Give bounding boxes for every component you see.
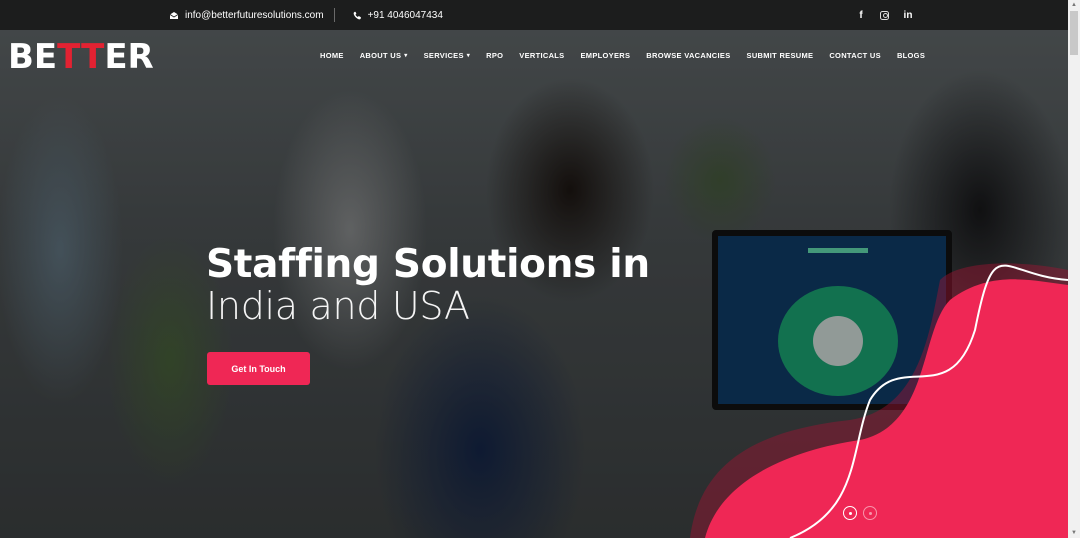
phone-text: +91 4046047434 xyxy=(367,9,443,21)
slider-pagination xyxy=(843,506,877,520)
instagram-icon[interactable] xyxy=(880,10,889,20)
nav-employers[interactable]: EMPLOYERS xyxy=(580,51,630,60)
nav-blogs[interactable]: BLOGS xyxy=(897,51,925,60)
slide-dot-2[interactable] xyxy=(863,506,877,520)
nav-services[interactable]: SERVICES ▾ xyxy=(424,51,471,60)
nav-verticals[interactable]: VERTICALS xyxy=(519,51,564,60)
email-link[interactable]: info@betterfuturesolutions.com xyxy=(169,10,324,21)
social-links: f in xyxy=(856,0,913,30)
scroll-up-arrow-icon[interactable]: ▲ xyxy=(1068,0,1080,10)
facebook-icon[interactable]: f xyxy=(856,9,866,21)
nav-contact-us[interactable]: CONTACT US xyxy=(829,51,881,60)
hero-section: BETTER HOME ABOUT US ▾ SERVICES ▾ RPO VERT… xyxy=(0,30,1068,538)
scrollbar-thumb[interactable] xyxy=(1070,11,1078,55)
envelope-icon xyxy=(169,11,179,19)
phone-icon xyxy=(353,11,361,19)
nav-home[interactable]: HOME xyxy=(320,51,344,60)
scroll-down-arrow-icon[interactable]: ▼ xyxy=(1068,528,1080,538)
chevron-down-icon: ▾ xyxy=(404,53,408,59)
get-in-touch-button[interactable]: Get In Touch xyxy=(207,352,310,385)
contact-info: info@betterfuturesolutions.com +91 40460… xyxy=(169,0,443,30)
nav-rpo[interactable]: RPO xyxy=(486,51,503,60)
logo[interactable]: BETTER xyxy=(8,40,154,74)
email-text: info@betterfuturesolutions.com xyxy=(185,9,324,21)
main-nav: HOME ABOUT US ▾ SERVICES ▾ RPO VERTICALS E… xyxy=(320,51,941,60)
phone-link[interactable]: +91 4046047434 xyxy=(353,10,443,21)
slide-dot-1[interactable] xyxy=(843,506,857,520)
nav-about-us[interactable]: ABOUT US ▾ xyxy=(360,51,408,60)
chevron-down-icon: ▾ xyxy=(466,53,471,59)
top-bar: info@betterfuturesolutions.com +91 40460… xyxy=(0,0,1068,30)
headline-light: India and USA xyxy=(206,284,470,328)
headline-bold: Staffing Solutions in xyxy=(206,242,650,287)
logo-accent: TT xyxy=(57,37,105,77)
linkedin-icon[interactable]: in xyxy=(903,9,913,21)
nav-submit-resume[interactable]: SUBMIT RESUME xyxy=(747,51,814,60)
page-scrollbar[interactable]: ▲ ▼ xyxy=(1068,0,1080,538)
hero-headline: Staffing Solutions in India and USA xyxy=(206,245,650,328)
nav-browse-vacancies[interactable]: BROWSE VACANCIES xyxy=(646,51,730,60)
contact-divider xyxy=(333,8,335,22)
